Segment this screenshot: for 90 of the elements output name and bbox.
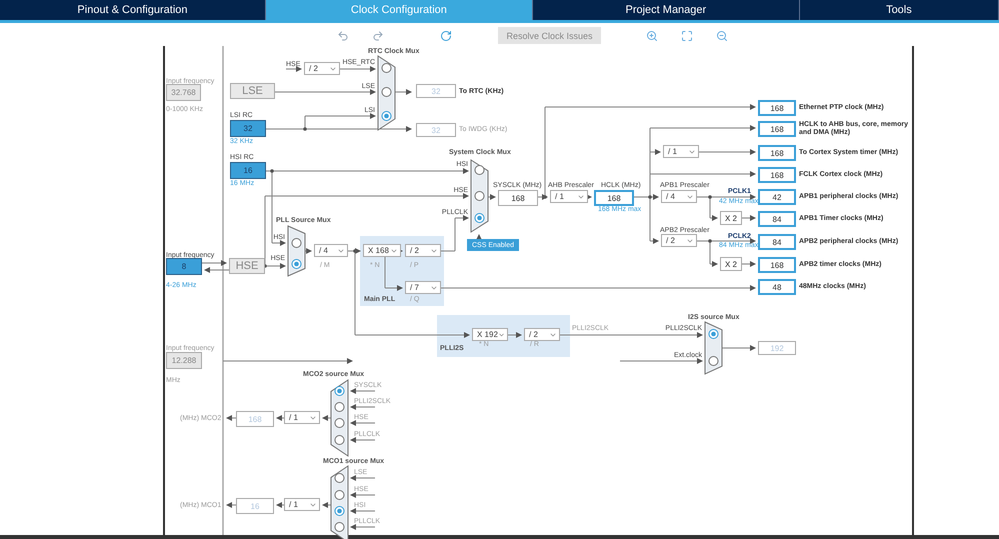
connector-line [264, 196, 266, 266]
connector-arrow [350, 508, 376, 514]
connector-arrow [304, 248, 312, 254]
connector-arrow [350, 492, 376, 498]
junction-dot [708, 195, 712, 199]
connector-arrow [350, 388, 376, 394]
junction-dot [648, 195, 652, 199]
junction-dot [270, 169, 274, 173]
connector-arrow [720, 345, 756, 351]
connector-arrow [698, 149, 756, 155]
value-box: 16 [236, 498, 274, 514]
zoom-in-icon[interactable] [646, 30, 658, 42]
connector-arrow [710, 261, 718, 267]
prescaler-dropdown[interactable]: / 1 [663, 145, 699, 158]
prescaler-dropdown[interactable]: / 1 [284, 498, 320, 511]
prescaler-dropdown[interactable]: / 2 [524, 328, 560, 341]
value-box: X 2 [720, 257, 742, 271]
value-box: 32 [416, 123, 456, 137]
value-box: HSE [229, 258, 265, 274]
output-value: 48 [758, 279, 796, 295]
prescaler-dropdown[interactable]: / 2 [304, 62, 340, 75]
frequency-field[interactable]: 8 [166, 258, 202, 275]
junction-dot [353, 249, 357, 253]
output-value: 168 [758, 145, 796, 161]
connector-arrow [304, 113, 376, 119]
connector-arrow [634, 194, 659, 200]
value-box: 168 [594, 190, 634, 206]
prescaler-dropdown[interactable]: / 4 [661, 190, 697, 203]
connector-arrow [650, 238, 659, 244]
refresh-icon[interactable] [440, 30, 452, 42]
output-value: 42 [758, 189, 796, 205]
prescaler-dropdown[interactable]: / 2 [405, 244, 441, 257]
value-box: LSE [230, 83, 275, 99]
connector-arrow [350, 420, 376, 426]
connector-arrow [350, 475, 376, 481]
connector-arrow [322, 502, 332, 508]
connector-arrow [286, 66, 302, 72]
connector-arrow [710, 215, 718, 221]
value-box: 12.288 [166, 352, 202, 369]
radio-button[interactable] [334, 386, 344, 396]
radio-button[interactable] [474, 165, 484, 175]
prescaler-dropdown[interactable]: / 4 [314, 244, 348, 257]
value-box: X 2 [720, 211, 742, 225]
output-value: 168 [758, 167, 796, 183]
connector-arrow [272, 240, 286, 246]
connector-arrow [276, 415, 284, 421]
junction-dot [708, 239, 712, 243]
connector-arrow [696, 238, 756, 244]
connector-arrow [350, 404, 376, 410]
junction-dot [303, 127, 307, 131]
connector-line [304, 116, 306, 130]
connector-arrow [276, 502, 284, 508]
connector-arrow [340, 66, 376, 72]
prescaler-dropdown[interactable]: X 192 [472, 328, 508, 341]
connector-arrow [350, 524, 376, 530]
connector-arrow [650, 149, 661, 155]
value-box: 32.768 [166, 84, 201, 101]
junction-dot [543, 195, 547, 199]
output-value: 84 [758, 211, 796, 227]
prescaler-dropdown[interactable]: / 1 [550, 190, 588, 203]
connector-arrow [742, 261, 756, 267]
connector-arrow [384, 285, 403, 291]
connector-arrow [350, 437, 376, 443]
value-box: 192 [758, 341, 796, 355]
prescaler-dropdown[interactable]: / 1 [284, 411, 320, 424]
output-value: 84 [758, 234, 796, 250]
fit-icon[interactable] [681, 30, 693, 42]
undo-icon[interactable] [337, 30, 349, 42]
prescaler-dropdown[interactable]: / 2 [661, 234, 697, 247]
value-box: 32 [416, 84, 456, 98]
connector-arrow [264, 263, 286, 269]
zoom-out-icon[interactable] [716, 30, 728, 42]
prescaler-dropdown[interactable]: X 168 [363, 244, 401, 257]
connector-arrow [322, 415, 332, 421]
frequency-field[interactable]: 16 [230, 162, 266, 179]
connector-arrow [226, 502, 236, 508]
frequency-field[interactable]: 32 [230, 120, 266, 137]
value-box: 168 [498, 190, 538, 206]
connector-arrow [454, 215, 469, 221]
connector-arrow [394, 89, 412, 95]
connector-arrow [696, 194, 756, 200]
value-box: 168 [236, 411, 274, 427]
redo-icon[interactable] [372, 30, 384, 42]
output-value: 168 [758, 100, 796, 116]
prescaler-dropdown[interactable]: / 7 [405, 281, 441, 294]
output-value: 168 [758, 121, 796, 137]
output-value: 168 [758, 257, 796, 273]
connector-arrow [226, 415, 236, 421]
connector-arrow [508, 332, 522, 338]
connector-arrow [742, 215, 756, 221]
